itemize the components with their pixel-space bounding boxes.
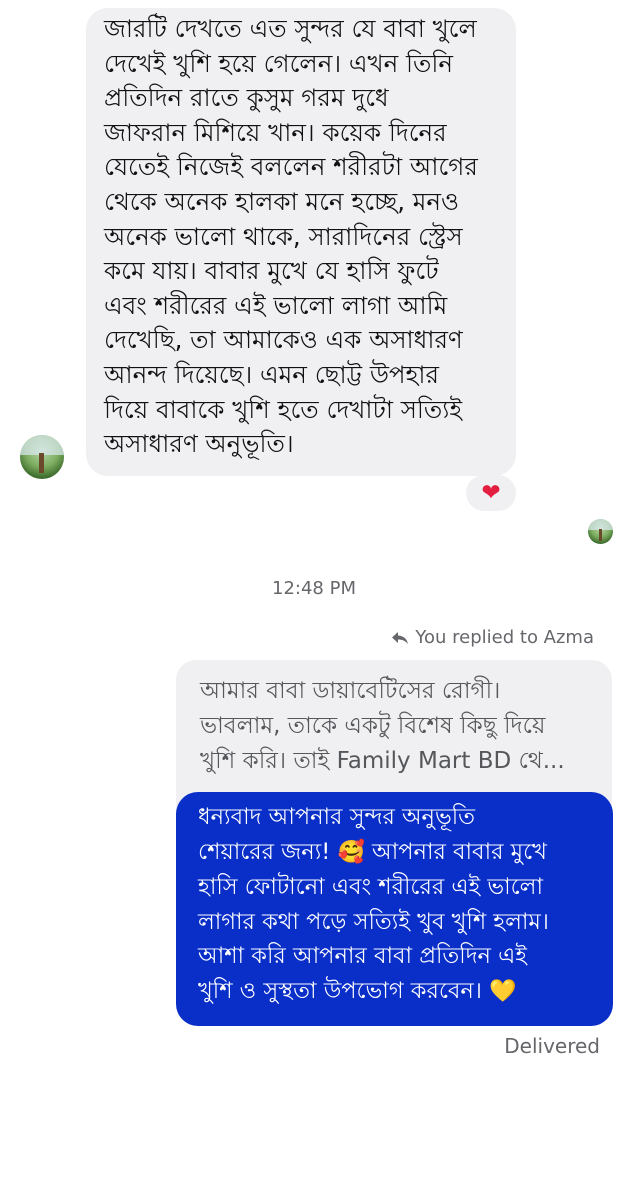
outgoing-line-2b: আপনার বাবার মুখে <box>364 838 547 865</box>
outgoing-line-2a: শেয়ারের জন্য! <box>198 838 338 865</box>
yellow-heart-icon: 💛 <box>489 978 517 1004</box>
outgoing-message-text: ধন্যবাদ আপনার সুন্দর অনুভূতি শেয়ারের জন… <box>198 800 601 1010</box>
smiling-face-with-hearts-icon: 🥰 <box>337 839 365 865</box>
heart-reaction-icon: ❤ <box>481 479 501 506</box>
reply-context-label: You replied to Azma <box>415 627 594 648</box>
message-timestamp: 12:48 PM <box>272 578 356 599</box>
outgoing-line-1: ধন্যবাদ আপনার সুন্দর অনুভূতি <box>198 804 476 830</box>
reaction-badge[interactable]: ❤ <box>466 475 516 511</box>
outgoing-message-bubble[interactable]: ধন্যবাদ আপনার সুন্দর অনুভূতি শেয়ারের জন… <box>176 792 613 1026</box>
sender-avatar[interactable] <box>20 435 64 479</box>
quoted-message-bubble[interactable]: আমার বাবা ডায়াবেটিসের রোগী। ভাবলাম, তাক… <box>176 660 612 810</box>
delivery-status: Delivered <box>504 1034 600 1058</box>
outgoing-rest: হাসি ফোটানো এবং শরীরের এই ভালো লাগার কথা… <box>198 874 549 970</box>
outgoing-last-line: খুশি ও সুস্থতা উপভোগ করবেন। <box>198 977 490 1004</box>
incoming-message-bubble[interactable]: জারটি দেখতে এত সুন্দর যে বাবা খুলে দেখেই… <box>86 8 516 476</box>
quoted-message-text: আমার বাবা ডায়াবেটিসের রোগী। ভাবলাম, তাক… <box>200 678 565 774</box>
seen-indicator-avatar <box>588 519 613 544</box>
reply-context: You replied to Azma <box>391 627 594 648</box>
incoming-message-text: জারটি দেখতে এত সুন্দর যে বাবা খুলে দেখেই… <box>104 14 478 459</box>
reply-arrow-icon <box>391 631 409 645</box>
